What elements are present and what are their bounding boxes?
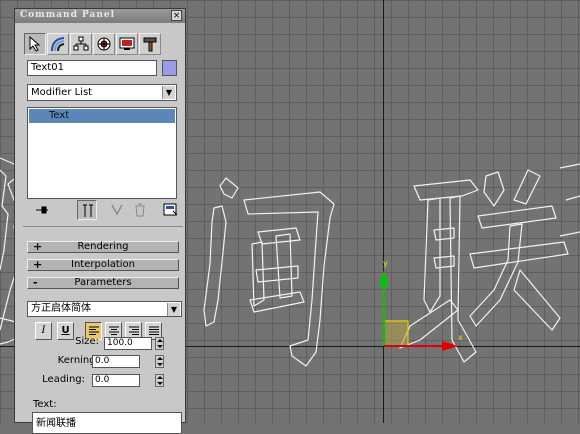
text-input-area[interactable]: 新闻联播 xyxy=(32,412,182,434)
command-panel-tabs xyxy=(24,33,180,55)
align-right-icon xyxy=(129,326,139,335)
make-unique-icon xyxy=(111,204,123,216)
rollout-label: Interpolation xyxy=(71,259,135,270)
y-axis-label: y xyxy=(383,259,388,268)
font-dropdown[interactable]: 方正启体简体 ▼ xyxy=(27,301,182,317)
command-panel-titlebar[interactable]: Command Panel × xyxy=(15,9,185,23)
pin-stack-button[interactable] xyxy=(32,200,52,220)
modifier-stack[interactable]: Text xyxy=(27,107,177,199)
modifier-list-label: Modifier List xyxy=(31,87,93,98)
kerning-spinner[interactable] xyxy=(155,355,164,368)
justify-icon xyxy=(149,326,159,335)
cursor-arrow-icon xyxy=(29,36,41,52)
size-field[interactable]: 100.0 xyxy=(104,337,152,350)
pin-icon xyxy=(36,206,48,214)
trash-icon xyxy=(135,203,145,217)
size-spinner[interactable] xyxy=(155,337,164,350)
align-center-icon xyxy=(109,326,119,335)
object-name-field[interactable]: Text01 xyxy=(27,60,157,76)
close-button[interactable]: × xyxy=(171,10,182,21)
hierarchy-icon xyxy=(73,36,89,51)
tab-utilities[interactable] xyxy=(139,33,161,55)
size-label: Size: xyxy=(75,336,99,347)
rollout-parameters[interactable]: - Parameters xyxy=(27,276,179,289)
rollout-label: Parameters xyxy=(74,277,132,288)
stack-item-text[interactable]: Text xyxy=(29,109,175,123)
configure-sets-icon xyxy=(163,203,178,216)
tab-create[interactable] xyxy=(24,33,46,55)
kerning-field[interactable]: 0.0 xyxy=(92,355,140,368)
object-color-swatch[interactable] xyxy=(162,60,177,76)
leading-spinner[interactable] xyxy=(155,374,164,387)
configure-modifier-sets-button[interactable] xyxy=(161,200,181,220)
chevron-down-icon: ▼ xyxy=(167,303,180,316)
tab-motion[interactable] xyxy=(93,33,115,55)
remove-modifier-button[interactable] xyxy=(130,200,150,220)
leading-label: Leading: xyxy=(42,374,85,385)
font-name: 方正启体简体 xyxy=(31,303,91,314)
leading-field[interactable]: 0.0 xyxy=(92,374,140,387)
make-unique-button[interactable] xyxy=(107,200,127,220)
text-label: Text: xyxy=(33,399,57,410)
hammer-icon xyxy=(143,37,157,52)
tab-display[interactable] xyxy=(116,33,138,55)
rainbow-bend-icon xyxy=(51,37,65,52)
kerning-label: Kerning: xyxy=(57,355,99,366)
x-axis-arrowhead xyxy=(442,341,458,351)
end-result-icon xyxy=(83,204,93,217)
panel-title: Command Panel xyxy=(20,10,116,20)
motion-wheel-icon xyxy=(97,37,111,51)
x-axis-label: x xyxy=(458,333,463,342)
modifier-list-dropdown[interactable]: Modifier List ▼ xyxy=(27,84,177,101)
chevron-down-icon: ▼ xyxy=(162,86,175,99)
tab-modify[interactable] xyxy=(47,33,69,55)
rollout-label: Rendering xyxy=(77,241,129,252)
command-panel: Command Panel × Text01 Modifier List ▼ T… xyxy=(14,8,186,434)
xy-plane-handle xyxy=(384,321,408,345)
tab-hierarchy[interactable] xyxy=(70,33,92,55)
rollout-rendering[interactable]: + Rendering xyxy=(27,240,179,253)
rollout-interpolation[interactable]: + Interpolation xyxy=(27,258,179,271)
stack-toolbar xyxy=(27,200,179,222)
show-end-result-button[interactable] xyxy=(77,200,97,220)
separator xyxy=(23,226,183,227)
display-monitor-icon xyxy=(119,37,135,50)
y-axis-arrowhead xyxy=(379,270,389,286)
